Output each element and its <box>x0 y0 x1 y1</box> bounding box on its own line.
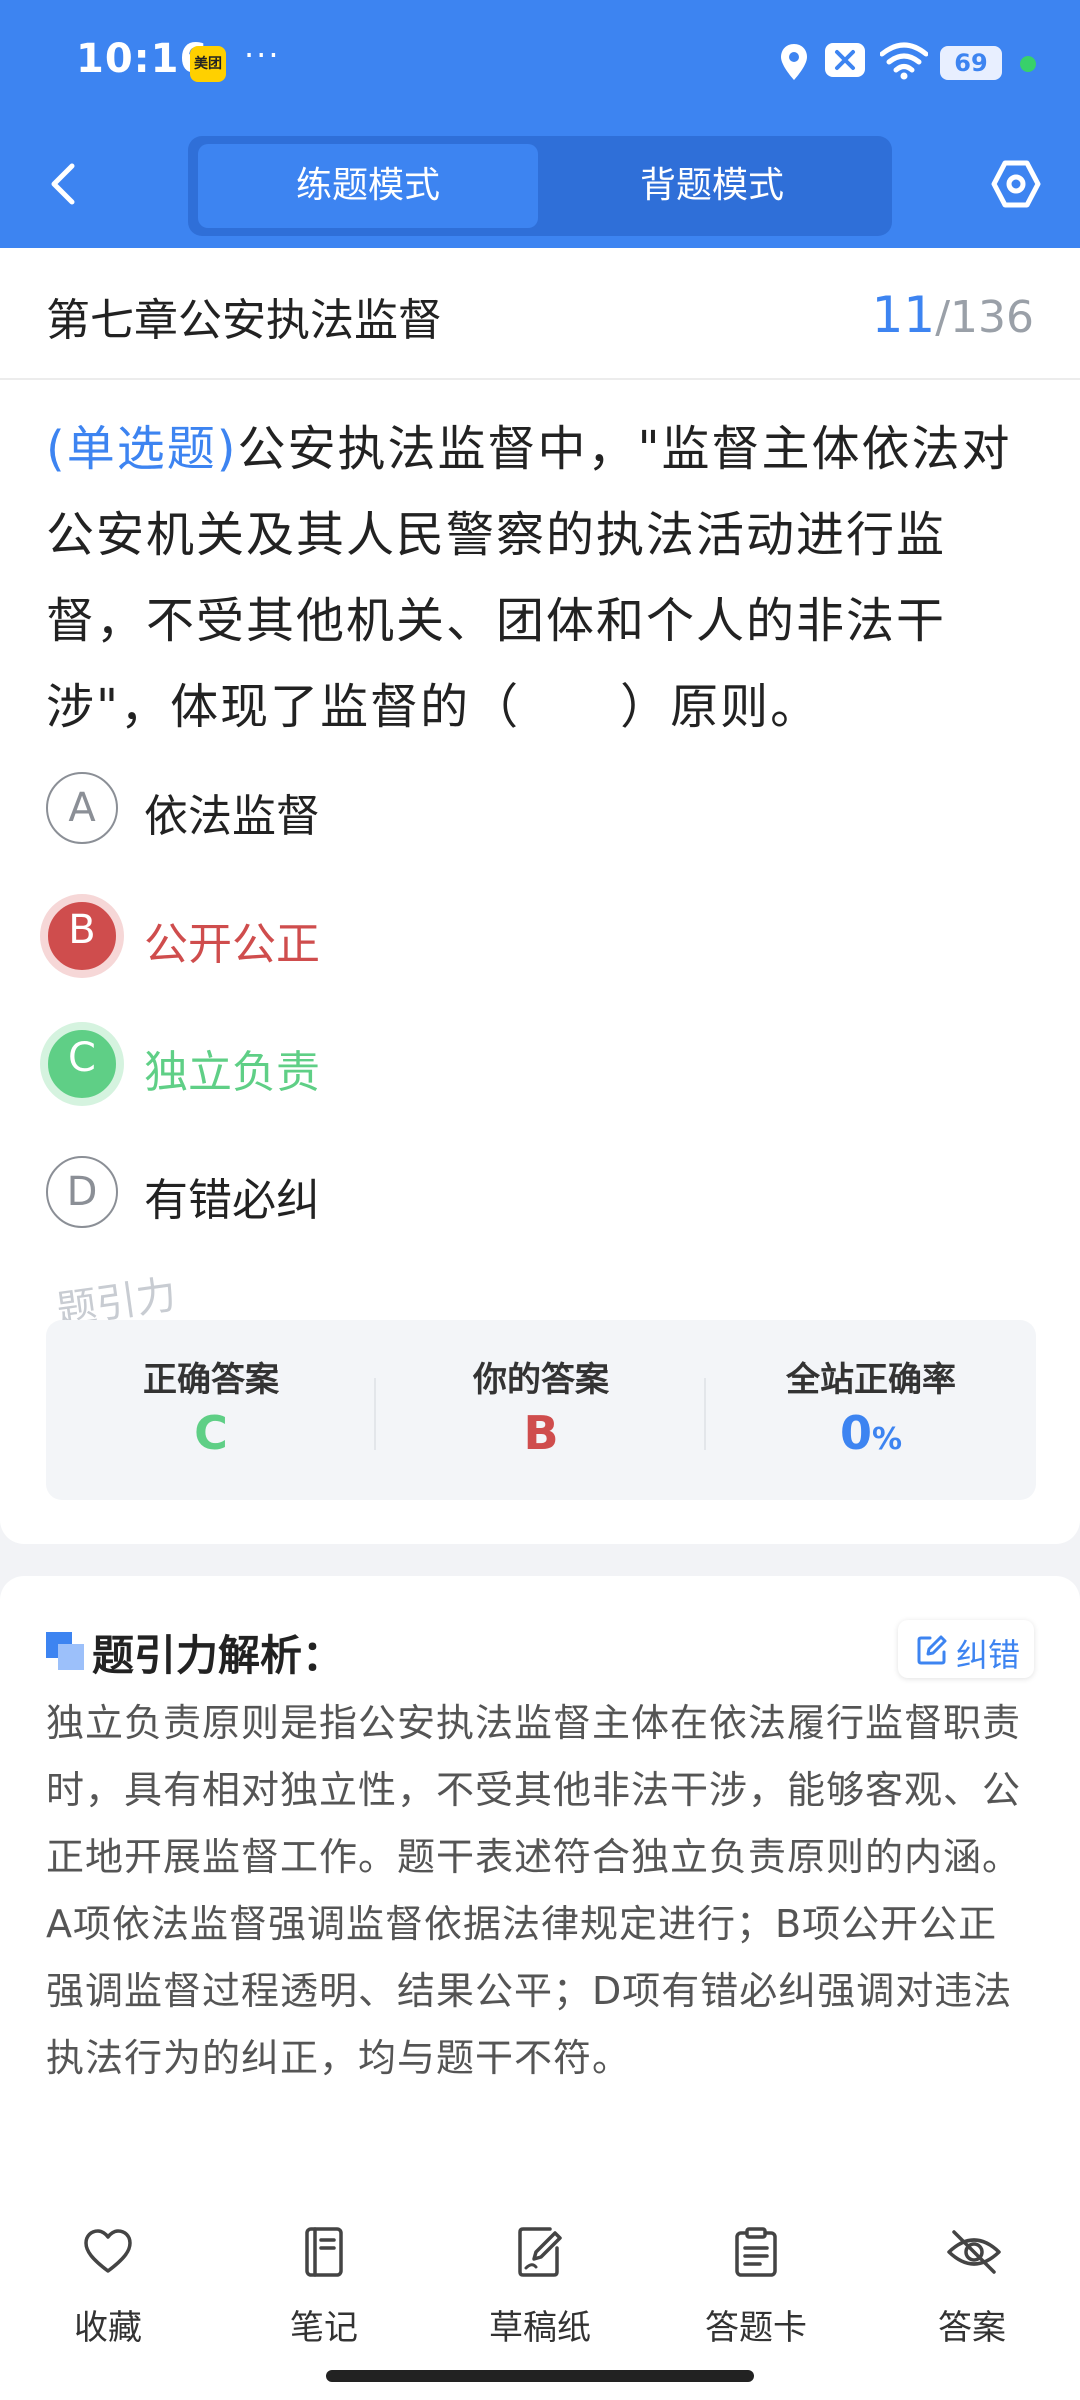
bar-label: 答题卡 <box>705 2308 807 2348</box>
question-stem: (单选题)公安执法监督中，"监督主体依法对公安机关及其人民警察的执法活动进行监督… <box>46 406 1042 750</box>
draft-paper-button[interactable]: 草稿纸 <box>432 2226 648 2366</box>
tab-practice-mode[interactable]: 练题模式 <box>198 144 538 228</box>
option-key: C <box>40 1022 124 1106</box>
bar-label: 收藏 <box>74 2308 142 2348</box>
question-counter: 11/136 <box>872 286 1034 344</box>
correct-answer-stat: 正确答案 C <box>46 1320 376 1500</box>
report-error-label: 纠错 <box>956 1636 1021 1674</box>
question-card: 第七章公安执法监督 11/136 (单选题)公安执法监督中，"监督主体依法对公安… <box>0 248 1080 1544</box>
rate-unit: % <box>871 1422 903 1457</box>
privacy-indicator <box>1020 56 1036 72</box>
accuracy-rate-stat: 全站正确率 0% <box>706 1320 1036 1500</box>
option-text: 独立负责 <box>144 1047 320 1098</box>
edit-icon <box>917 1635 947 1665</box>
notes-button[interactable]: 笔记 <box>216 2226 432 2366</box>
option-text: 有错必纠 <box>144 1175 320 1226</box>
draft-icon <box>518 2227 562 2277</box>
status-time: 10:16 <box>76 36 209 82</box>
rate-number: 0 <box>839 1406 872 1460</box>
bar-label: 草稿纸 <box>489 2308 591 2348</box>
back-arrow-icon[interactable] <box>44 160 84 208</box>
stat-value: C <box>194 1406 228 1460</box>
mode-switch: 练题模式 背题模式 <box>188 136 892 236</box>
stat-label: 你的答案 <box>473 1360 609 1400</box>
heart-icon <box>84 2229 132 2273</box>
header: 10:16 美团 ··· 69 练题模式 背题模式 <box>0 0 1080 248</box>
chapter-title: 第七章公安执法监督 <box>46 295 442 346</box>
question-type: (单选题) <box>46 421 238 477</box>
more-notifications-icon: ··· <box>244 36 281 74</box>
battery-icon: 69 <box>940 46 1002 80</box>
home-indicator[interactable] <box>326 2370 754 2382</box>
current-question-number: 11 <box>871 286 936 344</box>
meituan-app-icon: 美团 <box>190 46 226 82</box>
location-icon <box>781 44 807 80</box>
close-box-icon <box>825 43 865 77</box>
report-error-button[interactable]: 纠错 <box>898 1620 1034 1678</box>
answer-card-button[interactable]: 答题卡 <box>648 2226 864 2366</box>
divider <box>0 378 1080 380</box>
analysis-title: 题引力解析： <box>92 1631 345 1680</box>
status-bar: 10:16 美团 ··· 69 <box>0 0 1080 130</box>
stat-label: 全站正确率 <box>786 1360 956 1400</box>
analysis-card: 题引力解析： 纠错 独立负责原则是指公安执法监督主体在依法履行监督职责时，具有相… <box>0 1576 1080 2176</box>
total-questions: /136 <box>935 292 1034 343</box>
eye-off-icon <box>947 2230 1001 2274</box>
bottom-toolbar: 收藏 笔记 草稿纸 答题卡 答案 <box>0 2176 1080 2400</box>
wifi-icon <box>880 42 928 80</box>
bar-label: 笔记 <box>290 2308 358 2348</box>
option-key: A <box>46 772 118 844</box>
analysis-text: 独立负责原则是指公安执法监督主体在依法履行监督职责时，具有相对独立性，不受其他非… <box>46 1701 1022 2080</box>
show-answer-button[interactable]: 答案 <box>864 2226 1080 2366</box>
option-key: B <box>40 894 124 978</box>
notebook-icon <box>305 2227 343 2277</box>
stat-label: 正确答案 <box>143 1360 279 1400</box>
option-key: D <box>46 1156 118 1228</box>
analysis-icon <box>46 1632 84 1670</box>
option-text: 依法监督 <box>144 791 320 842</box>
favorite-button[interactable]: 收藏 <box>0 2226 216 2366</box>
tab-memorize-mode[interactable]: 背题模式 <box>542 144 882 228</box>
your-answer-stat: 你的答案 B <box>376 1320 706 1500</box>
option-text: 公开公正 <box>144 919 320 970</box>
settings-icon[interactable] <box>990 158 1042 210</box>
answer-stats: 正确答案 C 你的答案 B 全站正确率 0% <box>46 1320 1036 1500</box>
stat-value: 0% <box>706 1406 1036 1460</box>
bar-label: 答案 <box>938 2308 1006 2348</box>
answer-card-icon <box>735 2227 777 2277</box>
stat-value: B <box>523 1406 559 1460</box>
